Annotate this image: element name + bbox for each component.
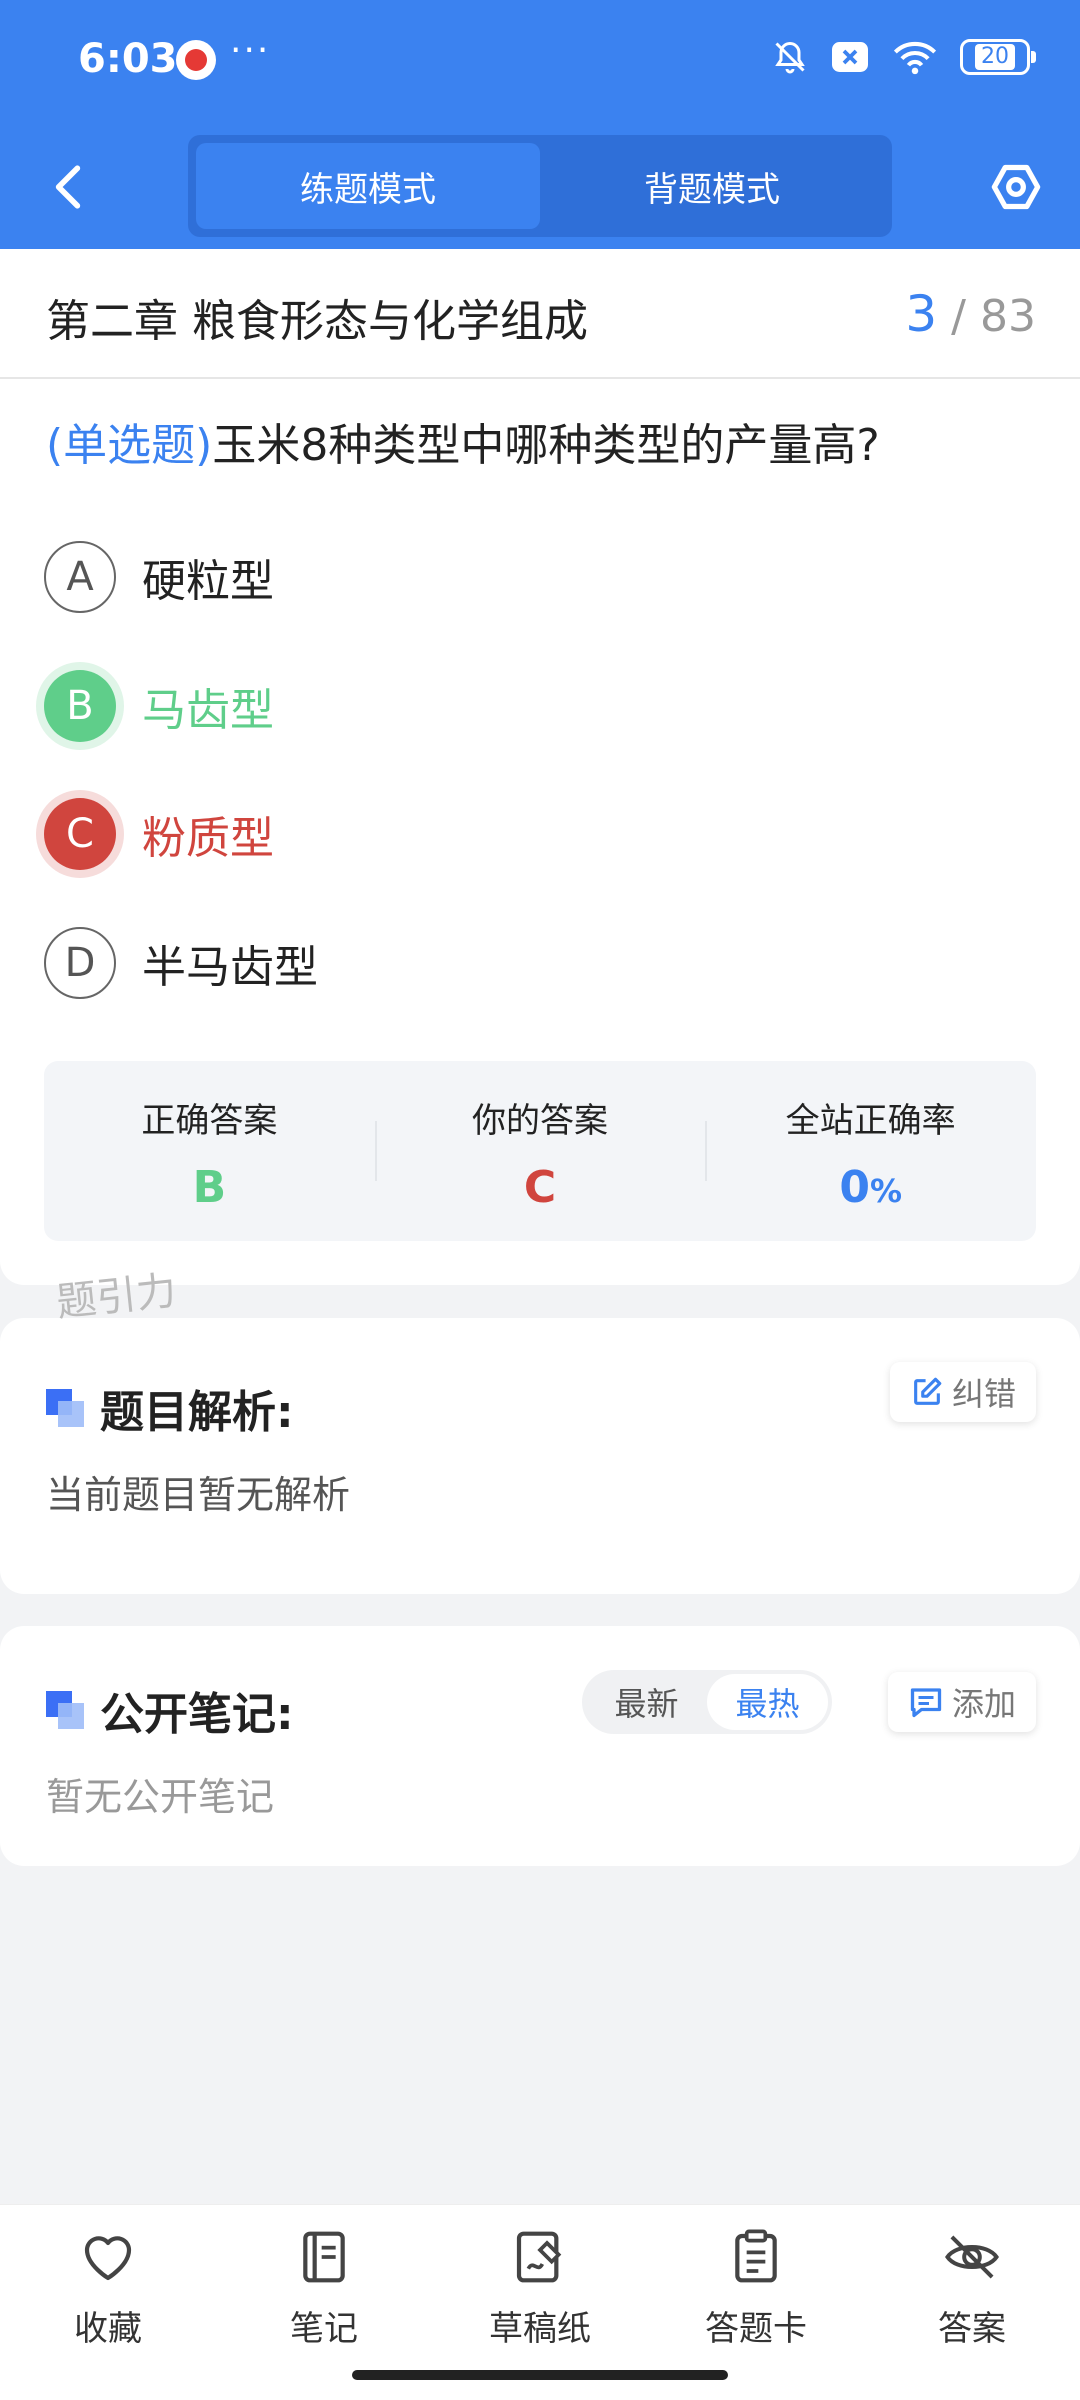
result-summary: 正确答案 B 你的答案 C 全站正确率 0% [44, 1061, 1036, 1241]
status-icons: 20 [772, 38, 1036, 76]
header: 6:03 ··· 20 练题模式 背题模式 [0, 0, 1080, 249]
hexagon-settings-icon [991, 164, 1041, 210]
counter-separator: / [951, 291, 966, 342]
question-type: (单选题) [46, 420, 213, 471]
add-note-button[interactable]: 添加 [887, 1672, 1036, 1732]
nav-favorite[interactable]: 收藏 [0, 2205, 216, 2400]
total-question-count: 83 [980, 291, 1036, 342]
your-answer-label: 你的答案 [472, 1101, 608, 1141]
add-note-label: 添加 [951, 1685, 1016, 1723]
option-letter: B [44, 670, 116, 742]
accuracy-rate-number: 0 [839, 1162, 870, 1213]
accuracy-rate-col: 全站正确率 0% [705, 1061, 1036, 1241]
edit-icon [914, 1377, 942, 1405]
option-letter: A [44, 541, 116, 613]
comment-icon [910, 1688, 942, 1718]
notes-title: 公开笔记: [46, 1678, 294, 1742]
eye-off-icon [942, 2227, 1002, 2287]
option-a[interactable]: A 硬粒型 [44, 539, 274, 615]
nav-label: 答案 [938, 2309, 1006, 2349]
battery-level: 20 [975, 44, 1015, 70]
draft-icon [510, 2227, 570, 2287]
option-text: 半马齿型 [142, 942, 318, 993]
question-stem: 玉米8种类型中哪种类型的产量高? [212, 420, 880, 471]
tab-practice-mode[interactable]: 练题模式 [196, 143, 540, 229]
status-time: 6:03 [78, 36, 178, 82]
question-card: 第二章 粮食形态与化学组成 3 / 83 (单选题)玉米8种类型中哪种类型的产量… [0, 249, 1080, 1285]
back-button[interactable] [40, 159, 96, 215]
notes-title-text: 公开笔记: [100, 1689, 294, 1740]
bell-off-icon [772, 38, 808, 76]
option-c[interactable]: C 粉质型 [44, 796, 274, 872]
your-answer-col: 你的答案 C [374, 1061, 706, 1241]
question-text: (单选题)玉米8种类型中哪种类型的产量高? [46, 409, 1046, 473]
nav-label: 收藏 [74, 2309, 142, 2349]
app-notification-icon [176, 40, 216, 80]
public-notes-card: 公开笔记: 最新 最热 添加 暂无公开笔记 [0, 1626, 1080, 1866]
analysis-body: 当前题目暂无解析 [46, 1473, 351, 1517]
your-answer-value: C [523, 1162, 557, 1213]
report-error-label: 纠错 [951, 1375, 1016, 1413]
accuracy-rate-value: 0% [705, 1162, 1036, 1213]
wifi-icon [892, 39, 938, 75]
analysis-card: 题目解析: 纠错 当前题目暂无解析 [0, 1318, 1080, 1594]
accuracy-rate-label: 全站正确率 [785, 1101, 956, 1141]
section-square-icon [46, 1389, 84, 1427]
nav-label: 笔记 [290, 2309, 358, 2349]
chapter-title: 第二章 粮食形态与化学组成 [46, 296, 588, 347]
close-box-icon [830, 39, 870, 75]
home-indicator[interactable] [352, 2370, 728, 2380]
tab-memorize-mode[interactable]: 背题模式 [540, 143, 884, 229]
correct-answer-value: B [192, 1162, 227, 1213]
chevron-left-icon [55, 165, 81, 209]
question-counter[interactable]: 3 / 83 [905, 285, 1036, 343]
notes-sort-toggle: 最新 最热 [582, 1670, 832, 1734]
nav-answer[interactable]: 答案 [864, 2205, 1080, 2400]
analysis-title: 题目解析: [46, 1376, 294, 1440]
more-notifications-icon: ··· [230, 30, 271, 71]
notebook-icon [294, 2227, 354, 2287]
answer-sheet-icon [726, 2227, 786, 2287]
option-text: 马齿型 [142, 685, 274, 736]
current-question-number: 3 [905, 285, 938, 343]
notes-body: 暂无公开笔记 [46, 1775, 275, 1819]
chapter-row: 第二章 粮食形态与化学组成 3 / 83 [0, 249, 1080, 379]
sort-latest-button[interactable]: 最新 [586, 1674, 707, 1730]
report-error-button[interactable]: 纠错 [889, 1362, 1036, 1422]
nav-label: 草稿纸 [489, 2309, 591, 2349]
option-letter: D [44, 927, 116, 999]
battery-icon: 20 [960, 39, 1036, 75]
option-b[interactable]: B 马齿型 [44, 668, 274, 744]
option-d[interactable]: D 半马齿型 [44, 925, 318, 1001]
nav-row: 练题模式 背题模式 [0, 125, 1080, 249]
option-text: 硬粒型 [142, 556, 274, 607]
settings-button[interactable] [984, 155, 1048, 219]
sort-hot-button[interactable]: 最热 [707, 1674, 828, 1730]
mode-switch: 练题模式 背题模式 [188, 135, 892, 237]
nav-label: 答题卡 [705, 2309, 807, 2349]
heart-icon [78, 2227, 138, 2287]
correct-answer-col: 正确答案 B [44, 1061, 375, 1241]
accuracy-rate-unit: % [869, 1172, 903, 1210]
option-letter: C [44, 798, 116, 870]
correct-answer-label: 正确答案 [141, 1101, 278, 1141]
section-square-icon [46, 1691, 84, 1729]
status-bar: 6:03 ··· 20 [0, 0, 1080, 125]
option-text: 粉质型 [142, 813, 274, 864]
analysis-title-text: 题目解析: [100, 1387, 294, 1438]
